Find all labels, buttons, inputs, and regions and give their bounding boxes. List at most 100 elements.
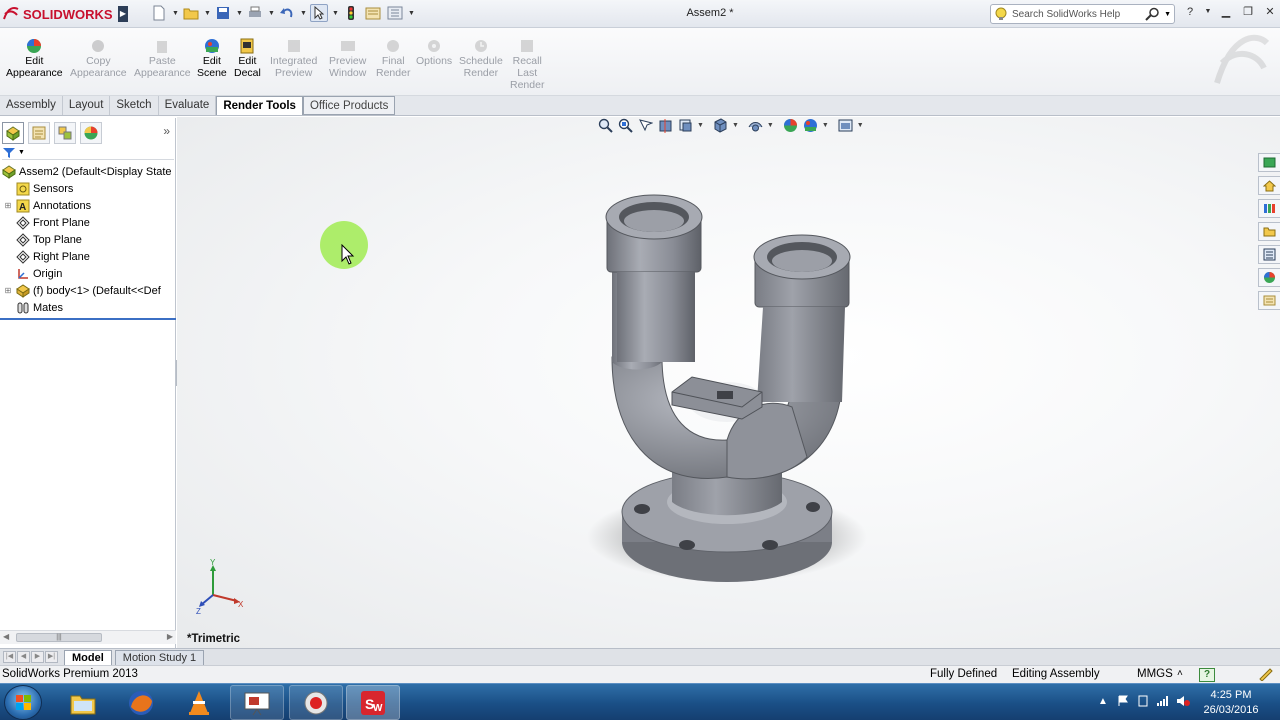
chevron-down-icon[interactable]: ▼ [1204,5,1212,19]
file-properties-icon[interactable] [364,4,382,22]
signal-bars-icon[interactable] [1156,694,1170,708]
tab-evaluate[interactable]: Evaluate [159,96,217,115]
tree-item-front-plane[interactable]: Front Plane [0,214,176,231]
close-icon[interactable]: ✕ [1262,5,1278,19]
device-icon[interactable] [1136,694,1150,708]
windows-start-button[interactable] [4,685,42,720]
schedule-render-button[interactable]: Schedule Render [459,38,503,79]
first-tab-icon[interactable]: |◀ [3,651,16,663]
section-view-icon[interactable] [657,117,674,134]
dynamic-annotation-icon[interactable] [677,117,694,134]
expand-plus-icon[interactable]: ⊞ [4,201,12,210]
copy-appearance-button[interactable]: Copy Appearance [70,38,127,79]
apply-scene-icon[interactable] [802,117,819,134]
tree-rollback-bar[interactable] [0,318,176,320]
property-manager-tab-icon[interactable] [28,122,50,144]
assembly-model-render[interactable] [577,157,877,597]
chevron-down-icon[interactable]: ▼ [857,122,864,129]
custom-properties-icon[interactable] [1258,291,1280,310]
search-icon[interactable] [1145,7,1161,21]
home-icon[interactable] [1258,176,1280,195]
save-icon[interactable] [214,4,232,22]
tree-item-body-component[interactable]: ⊞ (f) body<1> (Default<<Def [0,282,176,299]
scroll-left-icon[interactable]: ◀ [3,632,9,641]
open-folder-icon[interactable] [182,4,200,22]
tree-item-origin[interactable]: Origin [0,265,176,282]
next-tab-icon[interactable]: ▶ [31,651,44,663]
edit-decal-button[interactable]: Edit Decal [234,38,261,79]
undo-icon[interactable] [278,4,296,22]
recall-last-render-button[interactable]: Recall Last Render [510,38,544,91]
paste-appearance-button[interactable]: Paste Appearance [134,38,191,79]
view-settings-icon[interactable] [837,117,854,134]
chevron-down-icon[interactable]: ▼ [822,122,829,129]
new-document-icon[interactable] [150,4,168,22]
graphics-area[interactable]: ▼ ▼ ▼ ▼ ▼ ⊟ ⊞ — ❐ ✕ [177,117,1280,648]
configuration-manager-tab-icon[interactable] [54,122,76,144]
zoom-to-area-icon[interactable] [617,117,634,134]
tab-model[interactable]: Model [64,649,112,665]
taskbar-clock[interactable]: 4:25 PM 26/03/2016 [1196,688,1266,718]
help-search-box[interactable]: Search SolidWorks Help ▼ [990,4,1175,24]
chevron-down-icon[interactable]: ▼ [697,122,704,129]
tab-layout[interactable]: Layout [63,96,111,115]
tree-filter[interactable]: ▼ [2,146,174,160]
display-manager-tab-icon[interactable] [80,122,102,144]
horizontal-scrollbar[interactable]: ◀ ||| ▶ [0,630,176,644]
filter-icon[interactable] [2,147,16,159]
view-palette-icon[interactable] [1258,245,1280,264]
tab-office-products[interactable]: Office Products [302,96,396,115]
tree-item-right-plane[interactable]: Right Plane [0,248,176,265]
chevron-down-icon[interactable]: ▼ [332,10,339,17]
chevron-down-icon[interactable]: ▼ [732,122,739,129]
options-button[interactable]: Options [416,38,452,67]
units-chevron-icon[interactable]: ˄ [1177,668,1183,679]
scroll-right-icon[interactable]: ▶ [167,632,173,641]
chevron-down-icon[interactable]: ▼ [236,10,243,17]
taskbar-solidworks[interactable]: SW [346,685,400,720]
expand-pane-icon[interactable]: » [163,124,170,138]
solidworks-resources-icon[interactable] [1258,153,1280,172]
select-cursor-icon[interactable] [310,4,328,22]
appearances-scenes-decals-icon[interactable] [1258,268,1280,287]
chevron-down-icon[interactable]: ▼ [268,10,275,17]
taskbar-firefox[interactable] [114,685,168,720]
edit-appearance-button[interactable]: Edit Appearance [6,38,63,79]
final-render-button[interactable]: Final Render [376,38,410,79]
edit-scene-button[interactable]: Edit Scene [197,38,227,79]
chevron-down-icon[interactable]: ▼ [408,10,415,17]
chevron-down-icon[interactable]: ▼ [204,10,211,17]
feature-manager-tab-icon[interactable] [2,122,24,144]
previous-tab-icon[interactable]: ◀ [17,651,30,663]
tree-item-mates[interactable]: Mates [0,299,176,316]
tree-root-assembly[interactable]: Assem2 (Default<Display State [0,163,176,180]
chevron-down-icon[interactable]: ▼ [300,10,307,17]
integrated-preview-button[interactable]: Integrated Preview [270,38,317,79]
taskbar-presentation-app[interactable] [230,685,284,720]
units-selector[interactable]: MMGS [1137,668,1173,680]
quick-tips-help-icon[interactable]: ? [1199,668,1215,682]
scrollbar-thumb[interactable]: ||| [16,633,102,642]
taskbar-recorder-app[interactable] [289,685,343,720]
tree-item-sensors[interactable]: Sensors [0,180,176,197]
tab-assembly[interactable]: Assembly [0,96,63,115]
display-style-icon[interactable] [747,117,764,134]
rebuild-icon[interactable] [342,4,360,22]
chevron-down-icon[interactable]: ▼ [172,10,179,17]
print-icon[interactable] [246,4,264,22]
chevron-down-icon[interactable]: ▼ [1164,11,1171,18]
chevron-down-icon[interactable]: ▼ [767,122,774,129]
file-explorer-icon[interactable] [1258,222,1280,241]
help-question-icon[interactable]: ? [1182,5,1198,19]
action-center-flag-icon[interactable] [1116,694,1130,708]
taskbar-vlc[interactable] [172,685,226,720]
taskbar-explorer[interactable] [56,685,110,720]
tree-item-annotations[interactable]: ⊞ A Annotations [0,197,176,214]
view-orientation-icon[interactable] [712,117,729,134]
tab-render-tools[interactable]: Render Tools [216,96,303,115]
minimize-icon[interactable]: ▁ [1218,5,1234,19]
tab-motion-study-1[interactable]: Motion Study 1 [114,649,205,665]
chevron-down-icon[interactable]: ▼ [18,149,25,156]
volume-muted-icon[interactable] [1176,694,1190,708]
edit-appearance-hud-icon[interactable] [782,117,799,134]
